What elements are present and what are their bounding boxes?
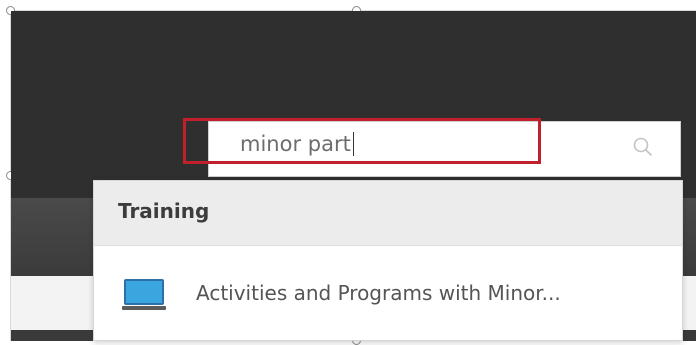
search-suggestions-dropdown: Training Activities and Programs with Mi… — [93, 180, 683, 341]
suggestion-label: Activities and Programs with Minor... — [196, 281, 561, 305]
suggestion-item[interactable]: Activities and Programs with Minor... — [94, 273, 682, 321]
section-title: Training — [118, 199, 210, 223]
search-icon[interactable] — [630, 134, 656, 160]
monitor-icon — [122, 279, 166, 310]
search-highlight-box — [183, 118, 541, 164]
dropdown-section-header: Training — [94, 181, 682, 246]
